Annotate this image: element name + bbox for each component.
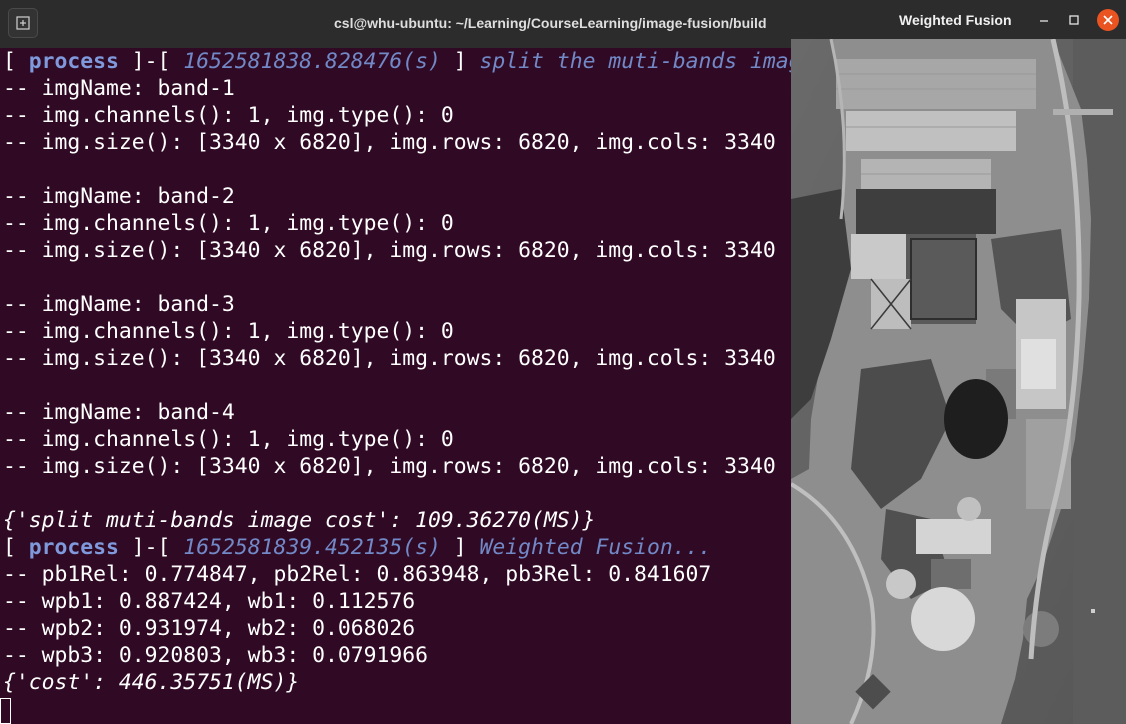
bracket-close: ] xyxy=(440,49,480,74)
terminal-line: -- img.channels(): 1, img.type(): 0 xyxy=(3,103,454,128)
terminal-line: {'split muti-bands image cost': 109.3627… xyxy=(3,508,596,533)
terminal-line: -- pb1Rel: 0.774847, pb2Rel: 0.863948, p… xyxy=(3,562,712,587)
aerial-grayscale-image xyxy=(791,38,1126,724)
maximize-icon xyxy=(1069,15,1079,25)
bracket-separator: ]-[ xyxy=(118,535,184,560)
terminal-line: {'cost': 446.35751(MS)} xyxy=(3,670,300,695)
image-window-title: Weighted Fusion xyxy=(899,12,1012,28)
terminal-window[interactable]: csl@whu-ubuntu: ~/Learning/CourseLearnin… xyxy=(0,0,792,724)
terminal-line: -- img.size(): [3340 x 6820], img.rows: … xyxy=(3,454,776,479)
terminal-line: -- imgName: band-4 xyxy=(3,400,235,425)
process-keyword: process xyxy=(28,535,119,560)
terminal-line: -- imgName: band-2 xyxy=(3,184,235,209)
bracket-open: [ xyxy=(3,535,29,560)
minimize-icon xyxy=(1040,20,1048,22)
minimize-button[interactable] xyxy=(1033,9,1055,31)
process-message: Weighted Fusion... xyxy=(479,535,712,560)
terminal-line: [ process ]-[ 1652581838.828476(s) ] spl… xyxy=(0,48,792,75)
image-viewer-window[interactable]: Weighted Fusion xyxy=(791,0,1126,724)
terminal-line: -- img.channels(): 1, img.type(): 0 xyxy=(3,427,454,452)
process-timestamp: 1652581838.828476(s) xyxy=(183,49,441,74)
new-tab-icon xyxy=(16,16,30,30)
terminal-line: -- imgName: band-3 xyxy=(3,292,235,317)
terminal-line: -- img.channels(): 1, img.type(): 0 xyxy=(3,211,454,236)
terminal-titlebar[interactable]: csl@whu-ubuntu: ~/Learning/CourseLearnin… xyxy=(0,0,792,48)
process-timestamp: 1652581839.452135(s) xyxy=(183,535,441,560)
maximize-button[interactable] xyxy=(1063,9,1085,31)
terminal-line: -- wpb2: 0.931974, wb2: 0.068026 xyxy=(3,616,416,641)
terminal-cursor xyxy=(0,698,11,724)
fused-image-canvas[interactable] xyxy=(791,38,1126,724)
terminal-line: -- img.size(): [3340 x 6820], img.rows: … xyxy=(3,130,776,155)
terminal-line: -- wpb3: 0.920803, wb3: 0.0791966 xyxy=(3,643,428,668)
terminal-line: -- img.channels(): 1, img.type(): 0 xyxy=(3,319,454,344)
new-tab-button[interactable] xyxy=(8,8,38,38)
close-icon xyxy=(1103,15,1113,25)
terminal-line: [ process ]-[ 1652581839.452135(s) ] Wei… xyxy=(0,534,792,561)
close-button[interactable] xyxy=(1097,9,1119,31)
process-keyword: process xyxy=(28,49,119,74)
terminal-line: -- img.size(): [3340 x 6820], img.rows: … xyxy=(3,238,776,263)
process-message: split the muti-bands image... xyxy=(479,49,792,74)
bracket-separator: ]-[ xyxy=(118,49,184,74)
terminal-line: -- imgName: band-1 xyxy=(3,76,235,101)
bracket-close: ] xyxy=(440,535,480,560)
bracket-open: [ xyxy=(3,49,29,74)
terminal-output[interactable]: [ process ]-[ 1652581838.828476(s) ] spl… xyxy=(0,48,792,724)
image-window-titlebar[interactable]: Weighted Fusion xyxy=(791,0,1126,39)
terminal-line: -- img.size(): [3340 x 6820], img.rows: … xyxy=(3,346,776,371)
terminal-title: csl@whu-ubuntu: ~/Learning/CourseLearnin… xyxy=(334,15,767,31)
terminal-line: -- wpb1: 0.887424, wb1: 0.112576 xyxy=(3,589,416,614)
